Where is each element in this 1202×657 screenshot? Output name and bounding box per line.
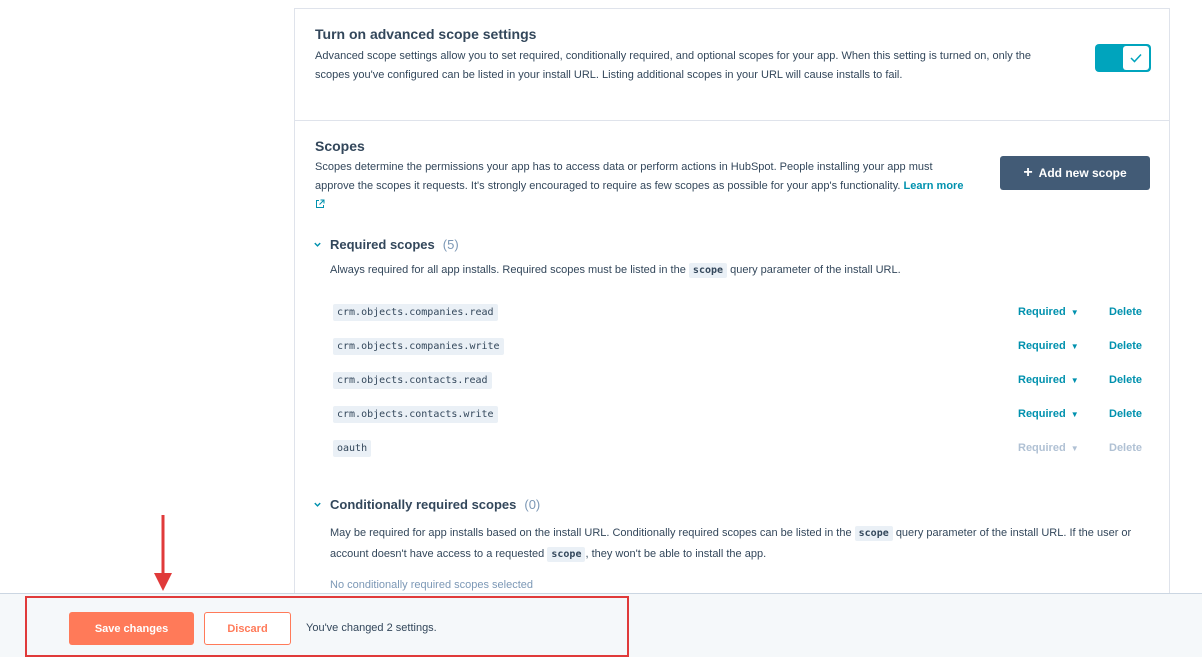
required-scopes-count: (5) <box>442 237 459 252</box>
required-desc-text-2: query parameter of the install URL. <box>730 264 901 276</box>
scope-level-label: Required <box>1018 306 1066 318</box>
caret-down-icon: ▼ <box>1070 341 1079 351</box>
scope-level-label: Required <box>1018 374 1066 386</box>
scope-name: crm.objects.contacts.read <box>333 372 492 389</box>
delete-scope-button[interactable]: Delete <box>1109 340 1142 352</box>
annotation-arrow-icon <box>154 515 172 591</box>
scope-level-label: Required <box>1018 408 1066 420</box>
caret-down-icon: ▼ <box>1070 307 1079 317</box>
advanced-scope-title: Turn on advanced scope settings <box>315 26 537 42</box>
delete-scope-button[interactable]: Delete <box>1109 408 1142 420</box>
scope-row: crm.objects.companies.write Required ▼ De… <box>333 338 1151 358</box>
scope-level-label: Required <box>1018 442 1066 454</box>
required-desc-text-1: Always required for all app installs. Re… <box>330 264 686 276</box>
scope-row: crm.objects.contacts.write Required ▼ Del… <box>333 406 1151 426</box>
conditional-scopes-header[interactable]: Conditionally required scopes (0) <box>313 497 540 512</box>
check-icon <box>1130 53 1142 63</box>
scopes-description: Scopes determine the permissions your ap… <box>315 158 965 215</box>
required-desc-code: scope <box>688 263 728 278</box>
learn-more-label: Learn more <box>903 180 964 192</box>
required-scopes-title: Required scopes <box>330 237 435 252</box>
advanced-scope-toggle[interactable] <box>1095 44 1151 72</box>
scope-name: crm.objects.contacts.write <box>333 406 498 423</box>
conditional-scopes-description: May be required for app installs based o… <box>330 523 1140 565</box>
scope-level-dropdown[interactable]: Required ▼ <box>1018 340 1079 352</box>
required-scopes-header[interactable]: Required scopes (5) <box>313 237 459 252</box>
caret-down-icon: ▼ <box>1070 409 1079 419</box>
add-new-scope-label: Add new scope <box>1038 166 1127 180</box>
toggle-knob <box>1123 46 1149 70</box>
scopes-title: Scopes <box>315 138 365 154</box>
scope-level-dropdown[interactable]: Required ▼ <box>1018 374 1079 386</box>
scopes-description-text: Scopes determine the permissions your ap… <box>315 161 933 192</box>
plus-icon: + <box>1023 164 1033 181</box>
delete-scope-button[interactable]: Delete <box>1109 306 1142 318</box>
conditional-desc-code-2: scope <box>547 547 586 562</box>
scope-row: crm.objects.contacts.read Required ▼ Dele… <box>333 372 1151 392</box>
external-link-icon <box>316 199 325 208</box>
delete-scope-button[interactable]: Delete <box>1109 374 1142 386</box>
annotation-highlight-box <box>25 596 629 657</box>
chevron-down-icon <box>314 242 321 247</box>
scope-level-dropdown: Required ▼ <box>1018 442 1079 454</box>
conditional-desc-text-3: , they won't be able to install the app. <box>585 548 767 560</box>
conditional-desc-text-1: May be required for app installs based o… <box>330 527 852 539</box>
scope-name: oauth <box>333 440 372 457</box>
scope-row: crm.objects.companies.read Required ▼ Del… <box>333 304 1151 324</box>
conditional-empty-note: No conditionally required scopes selecte… <box>330 579 534 591</box>
conditional-desc-code-1: scope <box>854 526 893 541</box>
caret-down-icon: ▼ <box>1070 443 1079 453</box>
advanced-scope-description: Advanced scope settings allow you to set… <box>315 50 1032 81</box>
scope-row: oauth Required ▼ Delete <box>333 440 1151 460</box>
conditional-scopes-count: (0) <box>524 497 541 512</box>
scope-name: crm.objects.companies.read <box>333 304 498 321</box>
scope-level-dropdown[interactable]: Required ▼ <box>1018 306 1079 318</box>
scope-level-label: Required <box>1018 340 1066 352</box>
caret-down-icon: ▼ <box>1070 375 1079 385</box>
delete-scope-button: Delete <box>1109 442 1143 454</box>
required-scopes-description: Always required for all app installs. Re… <box>330 260 1130 281</box>
scope-name: crm.objects.companies.write <box>333 338 504 355</box>
chevron-down-icon <box>314 502 321 507</box>
add-new-scope-button[interactable]: + Add new scope <box>1000 156 1150 190</box>
advanced-scope-section: Turn on advanced scope settings Advanced… <box>295 9 1169 121</box>
scope-level-dropdown[interactable]: Required ▼ <box>1018 408 1079 420</box>
settings-panel: Turn on advanced scope settings Advanced… <box>294 8 1170 608</box>
conditional-scopes-title: Conditionally required scopes <box>330 497 517 512</box>
